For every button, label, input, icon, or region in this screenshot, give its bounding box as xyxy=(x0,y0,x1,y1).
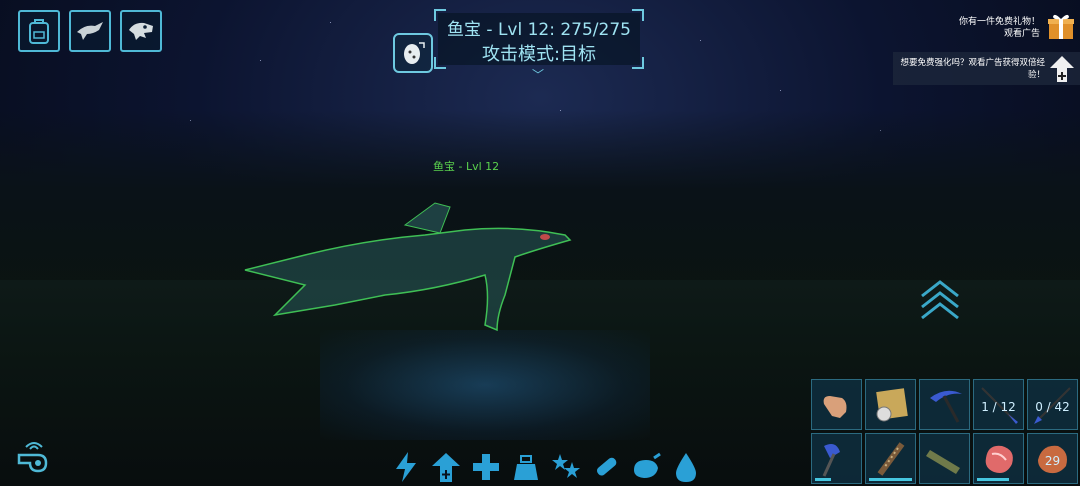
watch-ad-text: 观看广告 xyxy=(1003,29,1040,39)
map-compass-icon xyxy=(876,388,908,422)
torch-icon xyxy=(877,442,905,476)
gift-text: 你有一件免费礼物！ xyxy=(958,17,1040,27)
hotbar-slot-1[interactable] xyxy=(811,379,862,430)
hotbar-slot-3[interactable] xyxy=(919,379,970,430)
level-up-icon xyxy=(432,453,460,482)
backpack-icon[interactable] xyxy=(18,10,60,52)
boost-ad-text: 想要免费强化吗？观看广告获得双倍经验！ xyxy=(900,58,1045,80)
water-drop-icon xyxy=(676,453,696,482)
free-gift-ad[interactable]: 你有一件免费礼物！ 观看广告 xyxy=(959,16,1040,40)
egg-icon[interactable] xyxy=(393,33,433,73)
food-icon xyxy=(634,452,661,478)
gift-box-icon[interactable] xyxy=(1046,11,1076,41)
hotbar-slot-8[interactable] xyxy=(919,433,970,484)
slot-count: 1 / 12 xyxy=(981,400,1016,414)
tame-creature-icon[interactable] xyxy=(69,10,111,52)
spyglass-icon xyxy=(926,450,960,474)
level-up-arrow-icon xyxy=(1050,56,1074,82)
pickaxe-icon xyxy=(930,390,962,423)
slot-count: 29 xyxy=(1044,454,1061,468)
creature-name-label: 鱼宝 - Lvl 12 xyxy=(433,160,500,173)
raw-meat-icon xyxy=(985,445,1013,473)
hotbar-slot-2[interactable] xyxy=(865,379,916,430)
status-bar xyxy=(390,450,702,484)
dino-skull-icon[interactable] xyxy=(120,10,162,52)
hotbar: 1 / 12 0 / 42 29 xyxy=(811,379,1080,486)
health-lightning-icon xyxy=(396,452,416,482)
health-plus-icon xyxy=(473,454,499,480)
oxygen-bandage-icon xyxy=(596,457,617,476)
target-info-panel: 鱼宝 - Lvl 12: 275/275 攻击模式:目标 xyxy=(434,9,644,69)
water-reflection xyxy=(320,330,650,440)
hotbar-slot-9[interactable] xyxy=(973,433,1024,484)
hotbar-slot-7[interactable] xyxy=(865,433,916,484)
hand-icon xyxy=(823,396,847,418)
xp-stars-icon xyxy=(552,454,580,478)
top-left-menu xyxy=(18,10,162,52)
hotbar-slot-10[interactable]: 29 xyxy=(1027,433,1078,484)
hotbar-slot-6[interactable] xyxy=(811,433,862,484)
hotbar-slot-4[interactable]: 1 / 12 xyxy=(973,379,1024,430)
free-boost-ad[interactable]: 想要免费强化吗？观看广告获得双倍经验！ xyxy=(893,52,1080,85)
slot-count: 0 / 42 xyxy=(1035,400,1070,414)
hatchet-icon xyxy=(822,444,840,477)
hotbar-slot-5[interactable]: 0 / 42 xyxy=(1027,379,1078,430)
radio-whistle-icon[interactable] xyxy=(16,441,50,473)
jump-chevrons-icon[interactable] xyxy=(918,278,962,322)
chevron-down-icon[interactable]: ﹀ xyxy=(532,66,544,83)
weight-icon xyxy=(514,455,538,480)
fish-creature[interactable] xyxy=(235,195,580,345)
target-title: 鱼宝 - Lvl 12: 275/275 xyxy=(447,20,631,40)
attack-mode[interactable]: 攻击模式:目标 xyxy=(434,40,644,66)
